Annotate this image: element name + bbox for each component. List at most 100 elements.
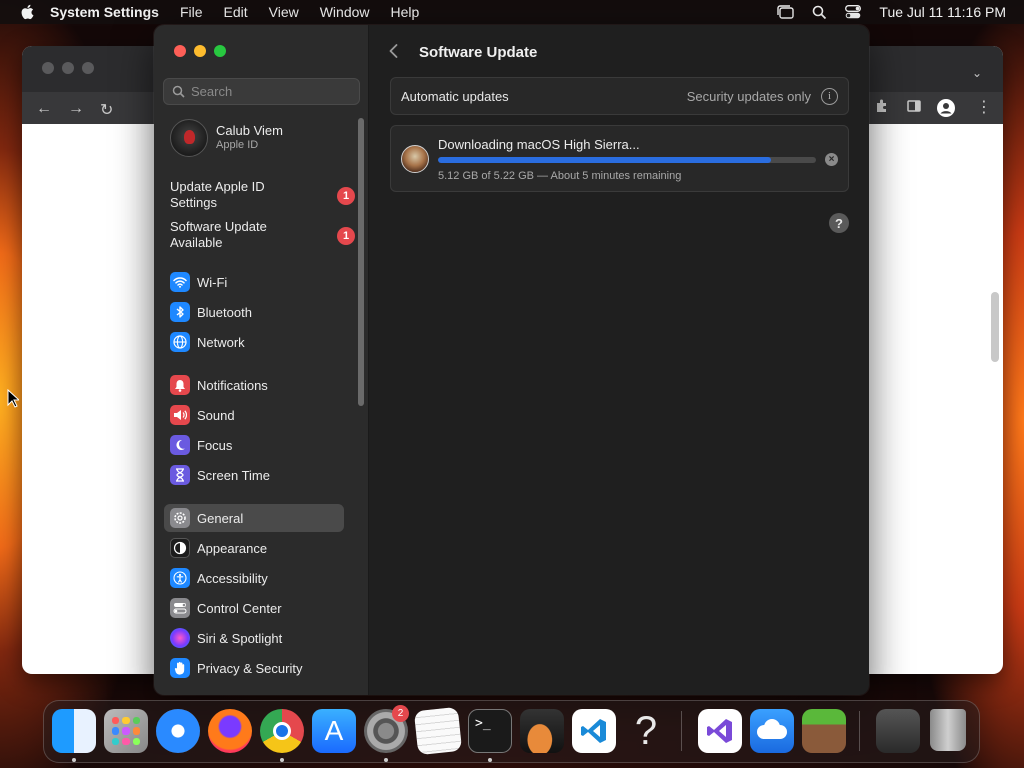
weather-icon[interactable] (750, 709, 794, 753)
settings-content: Software Update Automatic updates Securi… (369, 25, 869, 695)
wifi-icon (170, 272, 190, 292)
textedit-icon[interactable] (413, 706, 463, 756)
minimize-button[interactable] (194, 45, 206, 57)
sidebar-item-control-center[interactable]: Control Center (164, 594, 344, 622)
firefox-icon[interactable] (208, 709, 252, 753)
siri-icon (170, 628, 190, 648)
bell-icon (170, 375, 190, 395)
browser-tab-list-icon[interactable]: ⌄ (972, 66, 982, 80)
speaker-icon (170, 405, 190, 425)
settings-sidebar: Calub Viem Apple ID Update Apple ID Sett… (154, 25, 369, 695)
visual-studio-icon[interactable] (698, 709, 742, 753)
notice-label: Update Apple ID Settings (170, 179, 265, 210)
sidebar-item-label: Notifications (197, 377, 268, 393)
browser-back-icon[interactable]: ← (36, 100, 52, 118)
sidebar-scrollbar[interactable] (358, 118, 364, 406)
close-button[interactable] (174, 45, 186, 57)
sidebar-item-appearance[interactable]: Appearance (164, 534, 344, 562)
sidebar-item-sound[interactable]: Sound (164, 401, 344, 429)
menu-window[interactable]: Window (320, 4, 370, 20)
toggles-icon (170, 598, 190, 618)
sidebar-item-notifications[interactable]: Notifications (164, 371, 344, 399)
finder-icon[interactable] (52, 709, 96, 753)
search-input[interactable] (191, 84, 351, 99)
sidebar-item-screen-time[interactable]: Screen Time (164, 461, 344, 489)
safari-icon[interactable] (156, 709, 200, 753)
automatic-updates-value: Security updates only (686, 88, 811, 104)
menu-help[interactable]: Help (391, 4, 420, 20)
menu-file[interactable]: File (180, 4, 203, 20)
zoom-button[interactable] (214, 45, 226, 57)
software-update-notice[interactable]: Software Update Available 1 (170, 219, 355, 251)
update-apple-id-notice[interactable]: Update Apple ID Settings 1 (170, 179, 355, 211)
garageband-icon[interactable] (520, 709, 564, 753)
sidebar-item-siri-spotlight[interactable]: Siri & Spotlight (164, 624, 344, 652)
cancel-download-button[interactable]: × (825, 153, 838, 166)
browser-scrollbar[interactable] (991, 292, 999, 362)
sidebar-item-accessibility[interactable]: Accessibility (164, 564, 344, 592)
sidebar-item-network[interactable]: Network (164, 328, 344, 356)
running-indicator (280, 758, 284, 762)
sidebar-item-wifi[interactable]: Wi-Fi (164, 268, 344, 296)
automatic-updates-label: Automatic updates (401, 88, 509, 104)
menu-edit[interactable]: Edit (224, 4, 248, 20)
chevron-left-icon (389, 44, 398, 58)
browser-forward-icon[interactable]: → (68, 100, 84, 118)
help-button[interactable]: ? (829, 213, 849, 233)
download-status-card: Downloading macOS High Sierra... 5.12 GB… (390, 125, 849, 192)
chrome-icon[interactable] (260, 709, 304, 753)
menu-view[interactable]: View (269, 4, 299, 20)
browser-minimize-button[interactable] (62, 62, 74, 74)
sidebar-item-label: Screen Time (197, 467, 270, 483)
info-button[interactable]: i (821, 87, 838, 105)
sidebar-item-label: Accessibility (197, 570, 268, 586)
profile-icon[interactable] (936, 98, 956, 123)
apple-id-account[interactable]: Calub Viem Apple ID (170, 119, 283, 157)
appearance-icon (170, 538, 190, 558)
browser-reload-icon[interactable]: ↻ (100, 100, 113, 120)
globe-icon (170, 332, 190, 352)
accessibility-icon (170, 568, 190, 588)
control-center-icon[interactable] (845, 5, 862, 19)
menu-app-name[interactable]: System Settings (50, 4, 159, 20)
sidebar-item-focus[interactable]: Focus (164, 431, 344, 459)
stage-manager-icon[interactable] (776, 5, 795, 19)
download-status-text: 5.12 GB of 5.22 GB — About 5 minutes rem… (438, 170, 682, 182)
mouse-cursor (7, 389, 19, 408)
settings-badge: 2 (392, 705, 409, 722)
apple-menu-icon[interactable] (20, 4, 36, 20)
back-button[interactable] (389, 42, 403, 63)
dock-separator (681, 711, 682, 751)
trash-icon[interactable] (930, 709, 966, 751)
sidebar-item-bluetooth[interactable]: Bluetooth (164, 298, 344, 326)
extensions-icon[interactable] (874, 98, 890, 119)
app-store-icon[interactable]: A (312, 709, 356, 753)
running-indicator (72, 758, 76, 762)
account-subtitle: Apple ID (216, 139, 259, 151)
sidebar-item-general[interactable]: General (164, 504, 344, 532)
browser-zoom-button[interactable] (82, 62, 94, 74)
menu-clock[interactable]: Tue Jul 11 11:16 PM (879, 4, 1006, 20)
minecraft-icon[interactable] (802, 709, 846, 753)
browser-menu-icon[interactable]: ⋮ (976, 97, 992, 117)
terminal-icon[interactable]: >_ (468, 709, 512, 753)
launchpad-icon[interactable] (104, 709, 148, 753)
sidebar-item-label: Focus (197, 437, 233, 453)
vscode-icon[interactable] (572, 709, 616, 753)
page-title: Software Update (419, 44, 538, 61)
sidebar-item-label: Control Center (197, 600, 282, 616)
sidebar-item-label: Privacy & Security (197, 660, 303, 676)
notice-label: Software Update Available (170, 219, 267, 250)
sidebar-search[interactable] (163, 78, 360, 105)
browser-close-button[interactable] (42, 62, 54, 74)
sidebar-item-label: Sound (197, 407, 235, 423)
sidebar-item-privacy-security[interactable]: Privacy & Security (164, 654, 344, 682)
window-controls (174, 45, 226, 57)
help-icon[interactable]: ? (624, 709, 668, 753)
spotlight-search-icon[interactable] (812, 5, 827, 20)
gear-icon (170, 508, 190, 528)
hourglass-icon (170, 465, 190, 485)
downloads-stack-icon[interactable] (876, 709, 920, 753)
side-panel-icon[interactable] (906, 98, 922, 119)
running-indicator (488, 758, 492, 762)
